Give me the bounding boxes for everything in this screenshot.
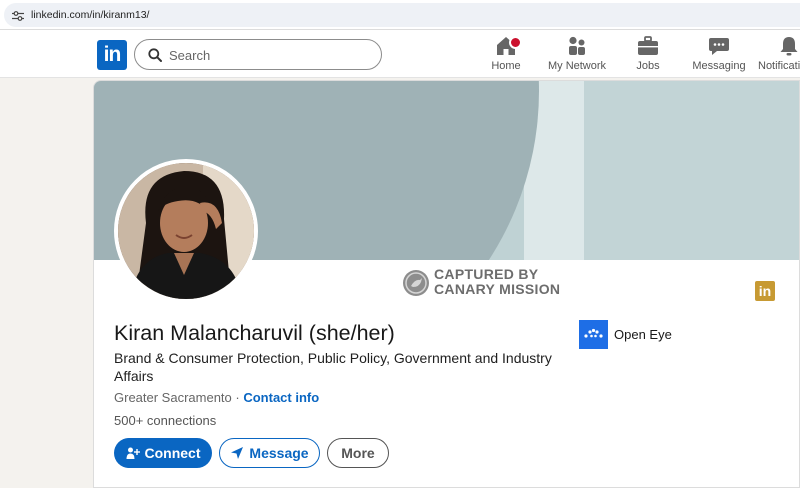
browser-address-bar: linkedin.com/in/kiranm13/ xyxy=(0,0,800,30)
profile-card: CAPTURED BY CANARY MISSION in Kiran Mala… xyxy=(93,80,800,488)
eye-dots-icon xyxy=(584,328,603,338)
watermark-stamp: CAPTURED BY CANARY MISSION xyxy=(401,267,581,299)
nav-label-home: Home xyxy=(491,60,521,72)
linkedin-logo[interactable]: in xyxy=(97,40,127,70)
site-settings-icon[interactable] xyxy=(12,11,24,21)
more-label: More xyxy=(341,445,375,461)
profile-location-row: Greater Sacramento · Contact info xyxy=(114,390,319,405)
watermark-text: CAPTURED BY CANARY MISSION xyxy=(434,266,561,297)
top-navigation: in Home My Network Jobs xyxy=(0,30,800,78)
search-icon xyxy=(148,48,162,62)
bird-icon xyxy=(403,270,429,296)
location-separator: · xyxy=(231,390,244,405)
url-field[interactable]: linkedin.com/in/kiranm13/ xyxy=(4,3,800,27)
nav-item-my-network[interactable]: My Network xyxy=(546,35,608,77)
send-icon xyxy=(231,447,244,459)
profile-location: Greater Sacramento xyxy=(114,390,232,405)
nav-item-notifications[interactable]: Notifications xyxy=(758,35,800,77)
nav-item-jobs[interactable]: Jobs xyxy=(633,35,663,77)
notification-dot xyxy=(509,36,522,49)
chat-icon xyxy=(709,38,729,55)
network-icon xyxy=(569,36,585,55)
connections-count[interactable]: 500+ connections xyxy=(114,413,216,428)
contact-info-link[interactable]: Contact info xyxy=(243,390,319,405)
more-button[interactable]: More xyxy=(327,438,389,468)
bell-icon xyxy=(780,37,798,56)
organization-name[interactable]: Open Eye xyxy=(614,327,672,342)
url-text: linkedin.com/in/kiranm13/ xyxy=(31,9,150,21)
briefcase-icon xyxy=(638,36,658,55)
connect-button[interactable]: Connect xyxy=(114,438,212,468)
nav-item-home[interactable]: Home xyxy=(490,35,522,77)
profile-name: Kiran Malancharuvil (she/her) xyxy=(114,321,395,345)
profile-photo[interactable] xyxy=(114,159,258,303)
nav-item-messaging[interactable]: Messaging xyxy=(692,35,746,77)
message-label: Message xyxy=(249,445,309,461)
nav-label-notifications: Notifications xyxy=(758,60,800,72)
search-input[interactable] xyxy=(169,45,369,65)
nav-label-messaging: Messaging xyxy=(692,60,746,72)
nav-label-my-network: My Network xyxy=(547,60,607,72)
search-box[interactable] xyxy=(134,39,382,70)
connect-label: Connect xyxy=(144,445,201,461)
organization-logo[interactable] xyxy=(579,320,608,349)
profile-headline: Brand & Consumer Protection, Public Poli… xyxy=(114,350,552,384)
profile-photo-illustration xyxy=(118,163,254,299)
nav-label-jobs: Jobs xyxy=(636,60,660,72)
add-person-icon xyxy=(126,447,140,459)
linkedin-badge-icon: in xyxy=(755,281,775,301)
message-button[interactable]: Message xyxy=(219,438,320,468)
